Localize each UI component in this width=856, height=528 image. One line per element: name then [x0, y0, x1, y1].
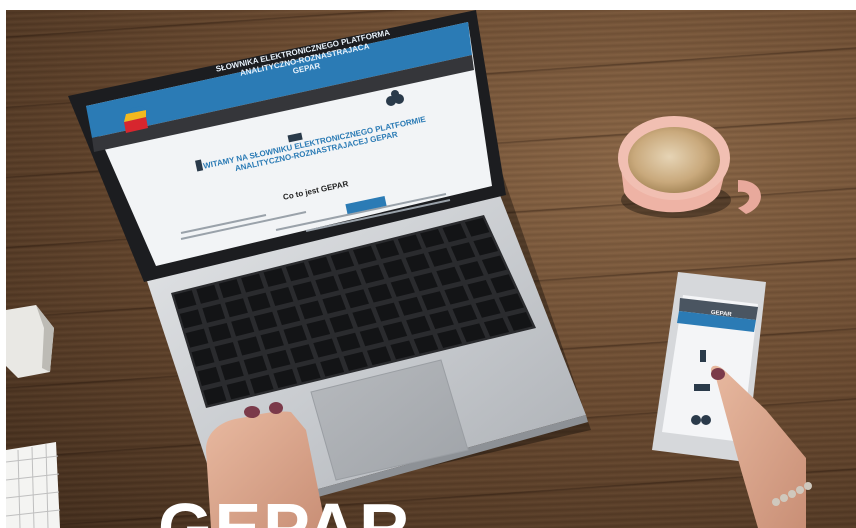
- decor-cube: [6, 305, 54, 378]
- headline: GEPAR: [158, 489, 412, 528]
- people-icon: [691, 415, 701, 425]
- photo-scene: SŁOWNIKA ELEKTRONICZNEGO PLATFORMA ANALI…: [6, 10, 856, 528]
- coffee-cup: [618, 116, 761, 218]
- info-icon: [700, 350, 706, 362]
- notepad: [6, 442, 61, 528]
- dictionary-icon: [694, 384, 710, 391]
